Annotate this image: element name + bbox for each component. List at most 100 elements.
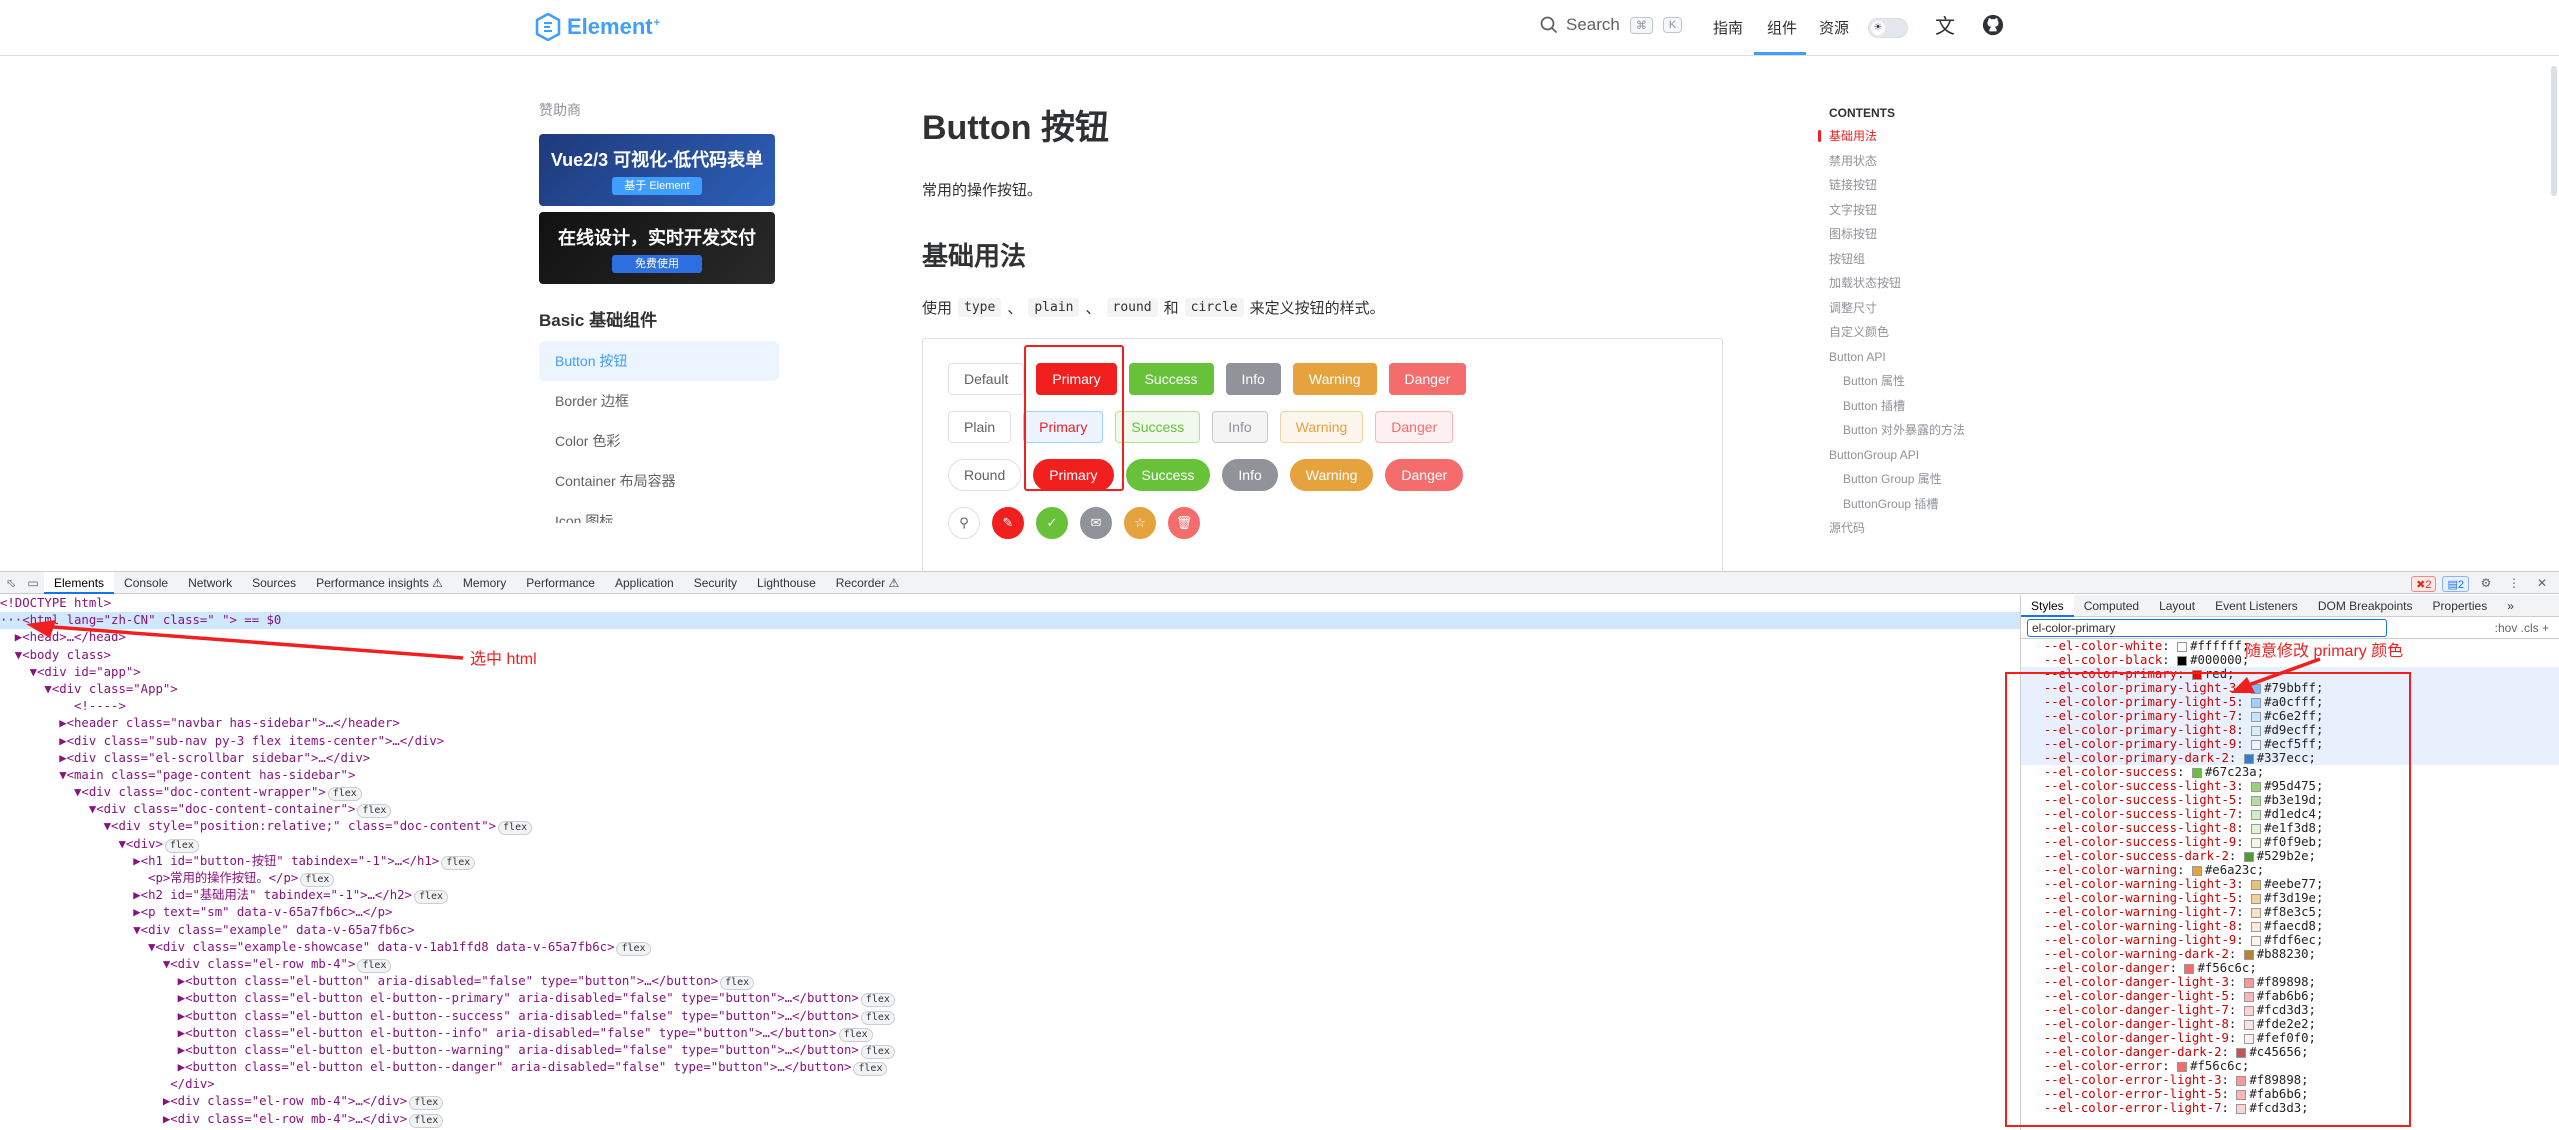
flex-badge[interactable]: flex	[413, 890, 449, 905]
dom-node-line[interactable]: ▼<div class="App">	[0, 681, 2020, 698]
dom-node-line[interactable]: ▼<div class="doc-content-wrapper"> flex	[0, 784, 2020, 802]
round-danger-button[interactable]: Danger	[1385, 459, 1464, 491]
plain-warning-button[interactable]: Warning	[1279, 411, 1364, 443]
sidebar-item-container[interactable]: Container 布局容器	[539, 461, 779, 501]
inspect-icon[interactable]: ⬁	[0, 572, 22, 594]
plain-button[interactable]: Plain	[948, 411, 1012, 443]
flex-badge[interactable]: flex	[327, 787, 362, 802]
tab-console[interactable]: Console	[114, 572, 178, 594]
sidebar-item-icon[interactable]: Icon 图标	[539, 501, 779, 523]
sponsor-banner-1[interactable]: Vue2/3 可视化-低代码表单 基于 Element	[539, 134, 775, 206]
flex-badge[interactable]: flex	[498, 821, 533, 836]
info-button[interactable]: Info	[1225, 363, 1281, 395]
tab-memory[interactable]: Memory	[453, 572, 516, 594]
toc-item[interactable]: 链接按钮	[1829, 173, 2029, 198]
flex-badge[interactable]: flex	[300, 873, 335, 887]
dom-node-line[interactable]: ▶<div class="el-scrollbar sidebar">…</di…	[0, 750, 2020, 767]
flex-badge[interactable]: flex	[860, 1010, 895, 1025]
settings-icon[interactable]: ⚙	[2475, 572, 2497, 594]
dom-node-line[interactable]: ▶<h2 id="基础用法" tabindex="-1">…</h2> flex	[0, 887, 2020, 905]
plain-info-button[interactable]: Info	[1212, 411, 1268, 443]
dom-node-line[interactable]: ▶<button class="el-button el-button--suc…	[0, 1008, 2020, 1025]
warning-button[interactable]: Warning	[1292, 363, 1377, 395]
dom-node-line[interactable]: ▶<header class="navbar has-sidebar">…</h…	[0, 715, 2020, 732]
sidebar-item-border[interactable]: Border 边框	[539, 381, 779, 421]
scroll-thumb[interactable]	[2551, 66, 2557, 196]
plain-danger-button[interactable]: Danger	[1375, 411, 1454, 443]
sidebar-item-button[interactable]: Button 按钮	[539, 341, 779, 381]
dom-node-line[interactable]: ▼<div id="app">	[0, 664, 2020, 681]
message-icon[interactable]: ✉	[1080, 507, 1112, 539]
round-warning-button[interactable]: Warning	[1289, 459, 1374, 491]
nav-link-resource[interactable]: 资源	[1819, 17, 1849, 38]
tab-elements[interactable]: Elements	[44, 571, 115, 594]
dom-node-line[interactable]: ▶<div class="el-row mb-4">…</div> flex	[0, 1093, 2020, 1111]
issue-count-badge[interactable]: ▤2	[2442, 576, 2469, 592]
tab-performance-insights[interactable]: Performance insights ⚠	[306, 572, 453, 594]
flex-badge[interactable]: flex	[853, 1062, 888, 1077]
toc-item[interactable]: 加载状态按钮	[1829, 271, 2029, 296]
round-success-button[interactable]: Success	[1125, 459, 1211, 491]
flex-badge[interactable]: flex	[409, 1096, 444, 1111]
dom-node-line[interactable]: ▼<div class="doc-content-container"> flex	[0, 801, 2020, 819]
page-scrollbar[interactable]	[2551, 56, 2557, 556]
flex-badge[interactable]: flex	[164, 838, 199, 853]
tab-performance[interactable]: Performance	[516, 572, 605, 594]
search-button[interactable]: Search ⌘ K	[1540, 15, 1683, 35]
search-icon[interactable]: ⚲	[948, 507, 980, 539]
toc-item[interactable]: Button 属性	[1829, 369, 2029, 394]
tab-overflow[interactable]: »	[2497, 595, 2524, 617]
flex-badge[interactable]: flex	[616, 941, 651, 956]
dom-node-line[interactable]: ▶<p text="sm" data-v-65a7fb6c>…</p>	[0, 904, 2020, 921]
dom-node-line[interactable]: ▶<button class="el-button el-button--dan…	[0, 1059, 2020, 1077]
styles-filter-tools[interactable]: :hov .cls +	[2495, 621, 2559, 635]
device-toggle-icon[interactable]: ▭	[22, 572, 44, 594]
tab-sources[interactable]: Sources	[242, 572, 306, 594]
dom-node-line[interactable]: ▶<button class="el-button el-button--war…	[0, 1042, 2020, 1059]
toc-item[interactable]: Button Group 属性	[1829, 467, 2029, 492]
theme-toggle[interactable]: ☀	[1868, 18, 1908, 38]
dom-node-line[interactable]: ▶<button class="el-button el-button--pri…	[0, 990, 2020, 1008]
danger-button[interactable]: Danger	[1388, 363, 1467, 395]
tab-layout[interactable]: Layout	[2149, 595, 2205, 617]
tab-dom-breakpoints[interactable]: DOM Breakpoints	[2308, 595, 2423, 617]
dom-node-line[interactable]: </div>	[0, 1076, 2020, 1093]
flex-badge[interactable]: flex	[860, 1044, 895, 1059]
toc-item[interactable]: ButtonGroup API	[1829, 443, 2029, 468]
flex-badge[interactable]: flex	[409, 1113, 444, 1128]
close-icon[interactable]: ✕	[2531, 572, 2553, 594]
element-logo[interactable]: Element+	[535, 13, 660, 41]
toc-item[interactable]: 禁用状态	[1829, 149, 2029, 174]
flex-badge[interactable]: flex	[441, 855, 476, 870]
dom-node-line[interactable]: ▶<h1 id="button-按钮" tabindex="-1">…</h1>…	[0, 853, 2020, 870]
nav-link-guide[interactable]: 指南	[1713, 17, 1743, 38]
toc-item[interactable]: Button 对外暴露的方法	[1829, 418, 2029, 443]
tab-application[interactable]: Application	[605, 572, 684, 594]
flex-badge[interactable]: flex	[357, 958, 392, 973]
error-count-badge[interactable]: ✖2	[2411, 576, 2437, 592]
dom-node-line[interactable]: ▼<div class="example" data-v-65a7fb6c>	[0, 922, 2020, 939]
color-swatch[interactable]	[2177, 641, 2188, 652]
elements-tree[interactable]: <!DOCTYPE html> ···<html lang="zh-CN" cla…	[0, 595, 2020, 1130]
toc-item[interactable]: 文字按钮	[1829, 198, 2029, 223]
tab-properties[interactable]: Properties	[2423, 595, 2498, 617]
translate-icon[interactable]: 文	[1932, 14, 1958, 40]
dom-node-line[interactable]: <!DOCTYPE html>	[0, 595, 2020, 612]
round-button[interactable]: Round	[948, 459, 1022, 491]
dom-node-line[interactable]: ▼<div> flex	[0, 836, 2020, 853]
round-info-button[interactable]: Info	[1222, 459, 1278, 491]
toc-item[interactable]: 图标按钮	[1829, 222, 2029, 247]
tab-computed[interactable]: Computed	[2074, 595, 2149, 617]
more-icon[interactable]: ⋮	[2503, 572, 2525, 594]
toc-item[interactable]: Button 插槽	[1829, 394, 2029, 419]
dom-node-line[interactable]: ▼<main class="page-content has-sidebar">	[0, 767, 2020, 784]
flex-badge[interactable]: flex	[720, 976, 755, 991]
tab-security[interactable]: Security	[684, 572, 747, 594]
check-icon[interactable]: ✓	[1036, 507, 1068, 539]
toc-item[interactable]: 调整尺寸	[1829, 296, 2029, 321]
color-swatch[interactable]	[2177, 655, 2188, 666]
tab-lighthouse[interactable]: Lighthouse	[747, 572, 826, 594]
dom-node-line[interactable]: ▼<div class="el-row mb-4"> flex	[0, 956, 2020, 973]
tab-styles[interactable]: Styles	[2021, 594, 2074, 617]
tab-network[interactable]: Network	[178, 572, 242, 594]
